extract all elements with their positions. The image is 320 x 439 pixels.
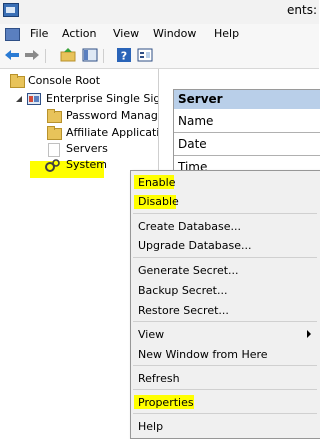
- tree-item-affiliate-applications[interactable]: Affiliate Applicati: [46, 125, 158, 141]
- tree-label: Enterprise Single Sign: [46, 92, 158, 105]
- context-menu: Enable Disable Create Database... Upgrad…: [130, 170, 320, 439]
- menu-separator: [133, 389, 317, 390]
- folder-icon: [10, 74, 25, 88]
- menu-item-restore-secret[interactable]: Restore Secret...: [138, 304, 229, 317]
- up-folder-icon[interactable]: [60, 47, 76, 63]
- server-header-label: Server: [178, 92, 223, 106]
- show-hide-tree-icon[interactable]: [82, 47, 98, 63]
- menu-item-view[interactable]: View: [138, 328, 164, 341]
- menu-file[interactable]: File: [30, 27, 48, 40]
- property-row[interactable]: Date: [174, 133, 320, 156]
- menu-item-properties[interactable]: Properties: [138, 396, 194, 409]
- menu-help[interactable]: Help: [214, 27, 239, 40]
- toolbar: ?: [0, 44, 319, 69]
- menu-item-upgrade-database[interactable]: Upgrade Database...: [138, 239, 252, 252]
- menu-item-disable[interactable]: Disable: [138, 195, 179, 208]
- expand-arrow-icon[interactable]: [16, 96, 22, 102]
- menu-item-create-database[interactable]: Create Database...: [138, 220, 241, 233]
- menu-separator: [133, 321, 317, 322]
- tree-label: Affiliate Applicati: [66, 126, 158, 139]
- document-icon: [48, 143, 60, 157]
- menu-item-refresh[interactable]: Refresh: [138, 372, 180, 385]
- snapin-icon: [27, 93, 41, 105]
- tree-label: Console Root: [28, 74, 101, 87]
- properties-icon[interactable]: [137, 47, 153, 63]
- help-icon[interactable]: ?: [116, 47, 132, 63]
- window-title: ents:: [287, 3, 317, 17]
- menu-item-new-window[interactable]: New Window from Here: [138, 348, 268, 361]
- title-bar: ents:: [0, 0, 319, 24]
- console-doc-icon[interactable]: [5, 28, 20, 41]
- menu-item-backup-secret[interactable]: Backup Secret...: [138, 284, 227, 297]
- tree-item-console-root[interactable]: Console Root: [8, 73, 158, 89]
- property-row[interactable]: Name: [174, 110, 320, 133]
- tree-label: Password Manag: [66, 109, 158, 122]
- menu-item-generate-secret[interactable]: Generate Secret...: [138, 264, 239, 277]
- forward-arrow-icon[interactable]: [24, 47, 40, 63]
- tree-item-servers[interactable]: Servers: [46, 141, 158, 157]
- menu-separator: [133, 213, 317, 214]
- menu-separator: [133, 257, 317, 258]
- menu-bar: File Action View Window Help: [0, 24, 319, 44]
- menu-item-help[interactable]: Help: [138, 420, 163, 433]
- tree-label: System: [66, 158, 108, 171]
- menu-separator: [133, 413, 317, 414]
- gears-icon: [45, 159, 60, 172]
- property-label: Date: [178, 137, 207, 151]
- folder-icon: [47, 126, 62, 140]
- toolbar-separator: [45, 49, 46, 63]
- menu-item-enable[interactable]: Enable: [138, 176, 175, 189]
- tree-item-password-manager[interactable]: Password Manag: [46, 108, 158, 124]
- property-label: Name: [178, 114, 214, 128]
- menu-window[interactable]: Window: [153, 27, 196, 40]
- menu-separator: [133, 365, 317, 366]
- submenu-arrow-icon: [307, 330, 311, 338]
- folder-icon: [47, 109, 62, 123]
- menu-view[interactable]: View: [113, 27, 139, 40]
- back-arrow-icon[interactable]: [4, 47, 20, 63]
- menu-action[interactable]: Action: [62, 27, 96, 40]
- tree-label: Servers: [66, 142, 108, 155]
- server-header: Server: [174, 90, 320, 109]
- tree-item-enterprise-sso[interactable]: Enterprise Single Sign: [14, 91, 158, 107]
- app-icon: [3, 3, 19, 17]
- svg-text:?: ?: [121, 50, 127, 63]
- toolbar-separator: [103, 49, 104, 63]
